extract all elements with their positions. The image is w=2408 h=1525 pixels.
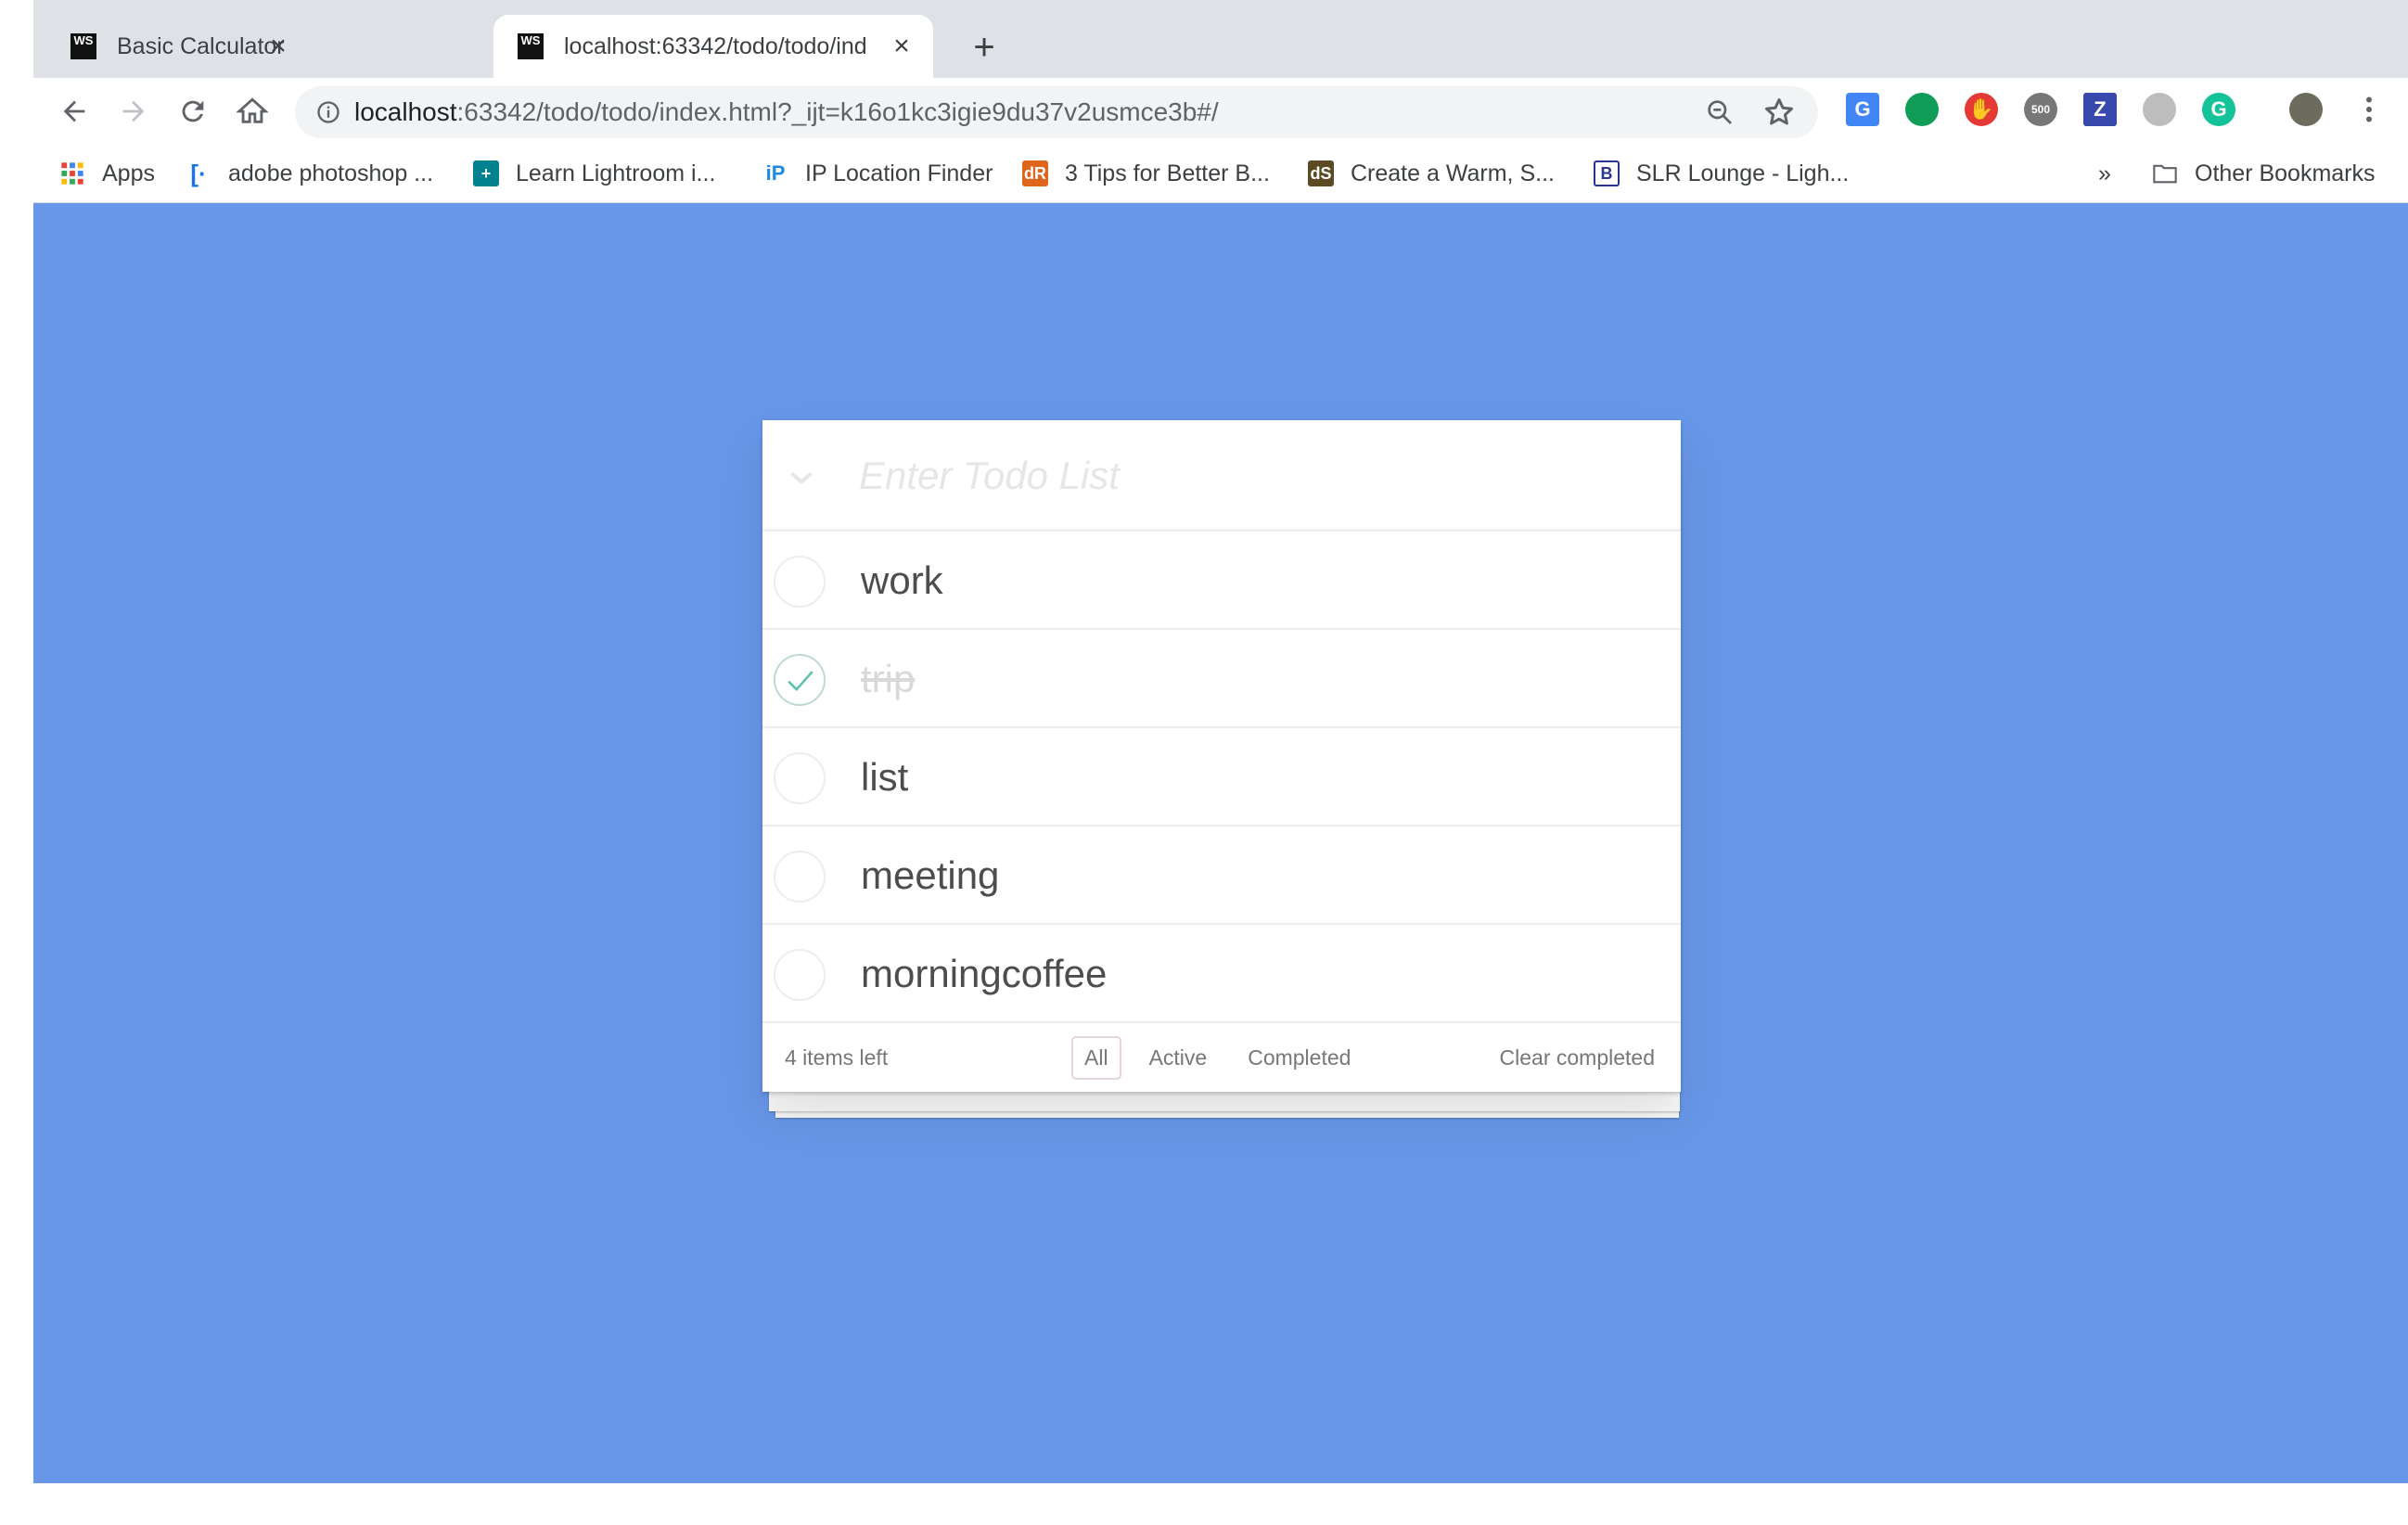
reload-button[interactable] (173, 91, 213, 132)
grammarly-icon[interactable]: G (2202, 93, 2235, 126)
screen: WS Basic Calculator × WS localhost:63342… (0, 0, 2408, 1525)
home-button[interactable] (232, 91, 273, 132)
bookmark-learn-lightroom[interactable]: + Learn Lightroom i... (473, 156, 715, 191)
circle-icon[interactable] (2143, 93, 2176, 126)
address-bar[interactable]: localhost:63342/todo/todo/index.html?_ij… (295, 86, 1818, 138)
bookmark-adobe-photoshop[interactable]: [· adobe photoshop ... (186, 156, 433, 191)
todo-label[interactable]: list (861, 754, 908, 801)
page-content: work trip list meeting (33, 203, 2408, 1483)
new-tab-button[interactable]: + (961, 24, 1007, 70)
url-path: :63342/todo/todo/index.html?_ijt=k16o1kc… (456, 97, 1219, 126)
bookmark-3-tips[interactable]: dR 3 Tips for Better B... (1022, 156, 1270, 191)
tab-title: localhost:63342/todo/todo/ind (564, 32, 867, 59)
todo-item[interactable]: work (762, 532, 1681, 630)
info-icon[interactable] (315, 99, 341, 125)
avatar[interactable] (2289, 93, 2323, 126)
browser-chrome: WS Basic Calculator × WS localhost:63342… (33, 0, 2408, 203)
todo-item[interactable]: trip (762, 630, 1681, 728)
bookmarks-overflow-button[interactable]: » (2098, 156, 2111, 191)
bookmark-label: IP Location Finder (805, 160, 993, 186)
tab-basic-calculator[interactable]: WS Basic Calculator × (33, 15, 310, 78)
forward-arrow-icon (122, 100, 145, 122)
todo-app: work trip list meeting (762, 420, 1681, 1118)
back-arrow-icon (63, 100, 85, 122)
bookmarks-bar: Apps [· adobe photoshop ... + Learn Ligh… (33, 145, 2408, 203)
back-button[interactable] (54, 91, 95, 132)
chevron-down-icon[interactable] (785, 461, 818, 494)
plus-square-icon: + (473, 160, 499, 186)
todo-header (762, 420, 1681, 532)
todo-footer: 4 items left All Active Completed Clear … (762, 1023, 1681, 1092)
todo-label[interactable]: morningcoffee (861, 951, 1107, 997)
close-tab-icon[interactable]: × (887, 31, 916, 61)
filter-tabs: All Active Completed (1071, 1036, 1378, 1080)
bookmark-label: Create a Warm, S... (1351, 160, 1555, 186)
bracket-icon: [· (186, 160, 211, 187)
todo-label[interactable]: trip (861, 656, 915, 702)
more-menu-icon[interactable] (2352, 93, 2386, 126)
clear-completed-button[interactable]: Clear completed (1500, 1045, 1655, 1070)
reload-icon (182, 100, 204, 122)
filter-active[interactable]: Active (1136, 1036, 1221, 1080)
google-translate-icon[interactable]: G (1846, 93, 1879, 126)
folder-icon (2153, 164, 2177, 184)
todo-label[interactable]: meeting (861, 852, 999, 899)
webstorm-favicon-icon: WS (70, 33, 96, 59)
bookmark-label: adobe photoshop ... (228, 160, 434, 186)
b-icon: B (1594, 160, 1620, 186)
close-tab-icon[interactable]: × (263, 31, 293, 61)
bookmark-slr-lounge[interactable]: B SLR Lounge - Ligh... (1594, 156, 1849, 191)
tab-localhost[interactable]: WS localhost:63342/todo/todo/ind × (493, 15, 933, 78)
500px-icon[interactable]: 500 (2024, 93, 2057, 126)
bookmark-label: SLR Lounge - Ligh... (1636, 160, 1850, 186)
todo-toggle-checkbox[interactable] (774, 949, 826, 1001)
url-text: localhost:63342/todo/todo/index.html?_ij… (354, 97, 1219, 127)
todo-toggle-checkbox[interactable] (774, 752, 826, 804)
stop-hand-icon[interactable]: ✋ (1965, 93, 1998, 126)
bookmark-label: Learn Lightroom i... (516, 160, 716, 186)
url-host: localhost (354, 97, 457, 126)
todo-toggle-checkbox[interactable] (774, 851, 826, 903)
todo-list: work trip list meeting morningcoffee (762, 532, 1681, 1023)
todo-toggle-checkbox[interactable] (774, 556, 826, 608)
todo-toggle-checkbox[interactable] (774, 654, 826, 706)
overflow-chevron-icon: » (2098, 160, 2111, 186)
apps-grid-icon (61, 162, 83, 185)
home-icon (237, 97, 268, 123)
bookmark-apps[interactable]: Apps (59, 156, 155, 191)
chat-bubble-icon[interactable] (1905, 93, 1939, 126)
todo-label[interactable]: work (861, 557, 943, 604)
items-left-count: 4 items left (785, 1045, 889, 1070)
ip-icon: iP (762, 160, 788, 186)
forward-button[interactable] (113, 91, 154, 132)
dr-icon: dR (1022, 160, 1048, 186)
tab-strip: WS Basic Calculator × WS localhost:63342… (33, 0, 2408, 78)
bookmark-star-icon[interactable] (1762, 96, 1796, 129)
bookmark-create-a-warm[interactable]: dS Create a Warm, S... (1308, 156, 1555, 191)
filter-all[interactable]: All (1071, 1036, 1121, 1080)
todo-item[interactable]: meeting (762, 827, 1681, 925)
bookmark-label: Other Bookmarks (2195, 160, 2376, 186)
todo-item[interactable]: list (762, 728, 1681, 827)
new-todo-input[interactable] (859, 444, 1657, 507)
webstorm-favicon-icon: WS (518, 33, 544, 59)
zoom-out-icon[interactable] (1705, 97, 1735, 127)
tab-title: Basic Calculator (117, 32, 284, 59)
bookmark-label: 3 Tips for Better B... (1065, 160, 1270, 186)
checkmark-icon (788, 671, 813, 692)
z-icon[interactable]: Z (2083, 93, 2117, 126)
bookmark-ip-location-finder[interactable]: iP IP Location Finder (762, 156, 993, 191)
ds-icon: dS (1308, 160, 1334, 186)
other-bookmarks[interactable]: Other Bookmarks (2152, 156, 2376, 191)
filter-completed[interactable]: Completed (1235, 1036, 1364, 1080)
todo-item[interactable]: morningcoffee (762, 925, 1681, 1023)
bookmark-label: Apps (102, 160, 155, 186)
todo-card: work trip list meeting (762, 420, 1681, 1092)
